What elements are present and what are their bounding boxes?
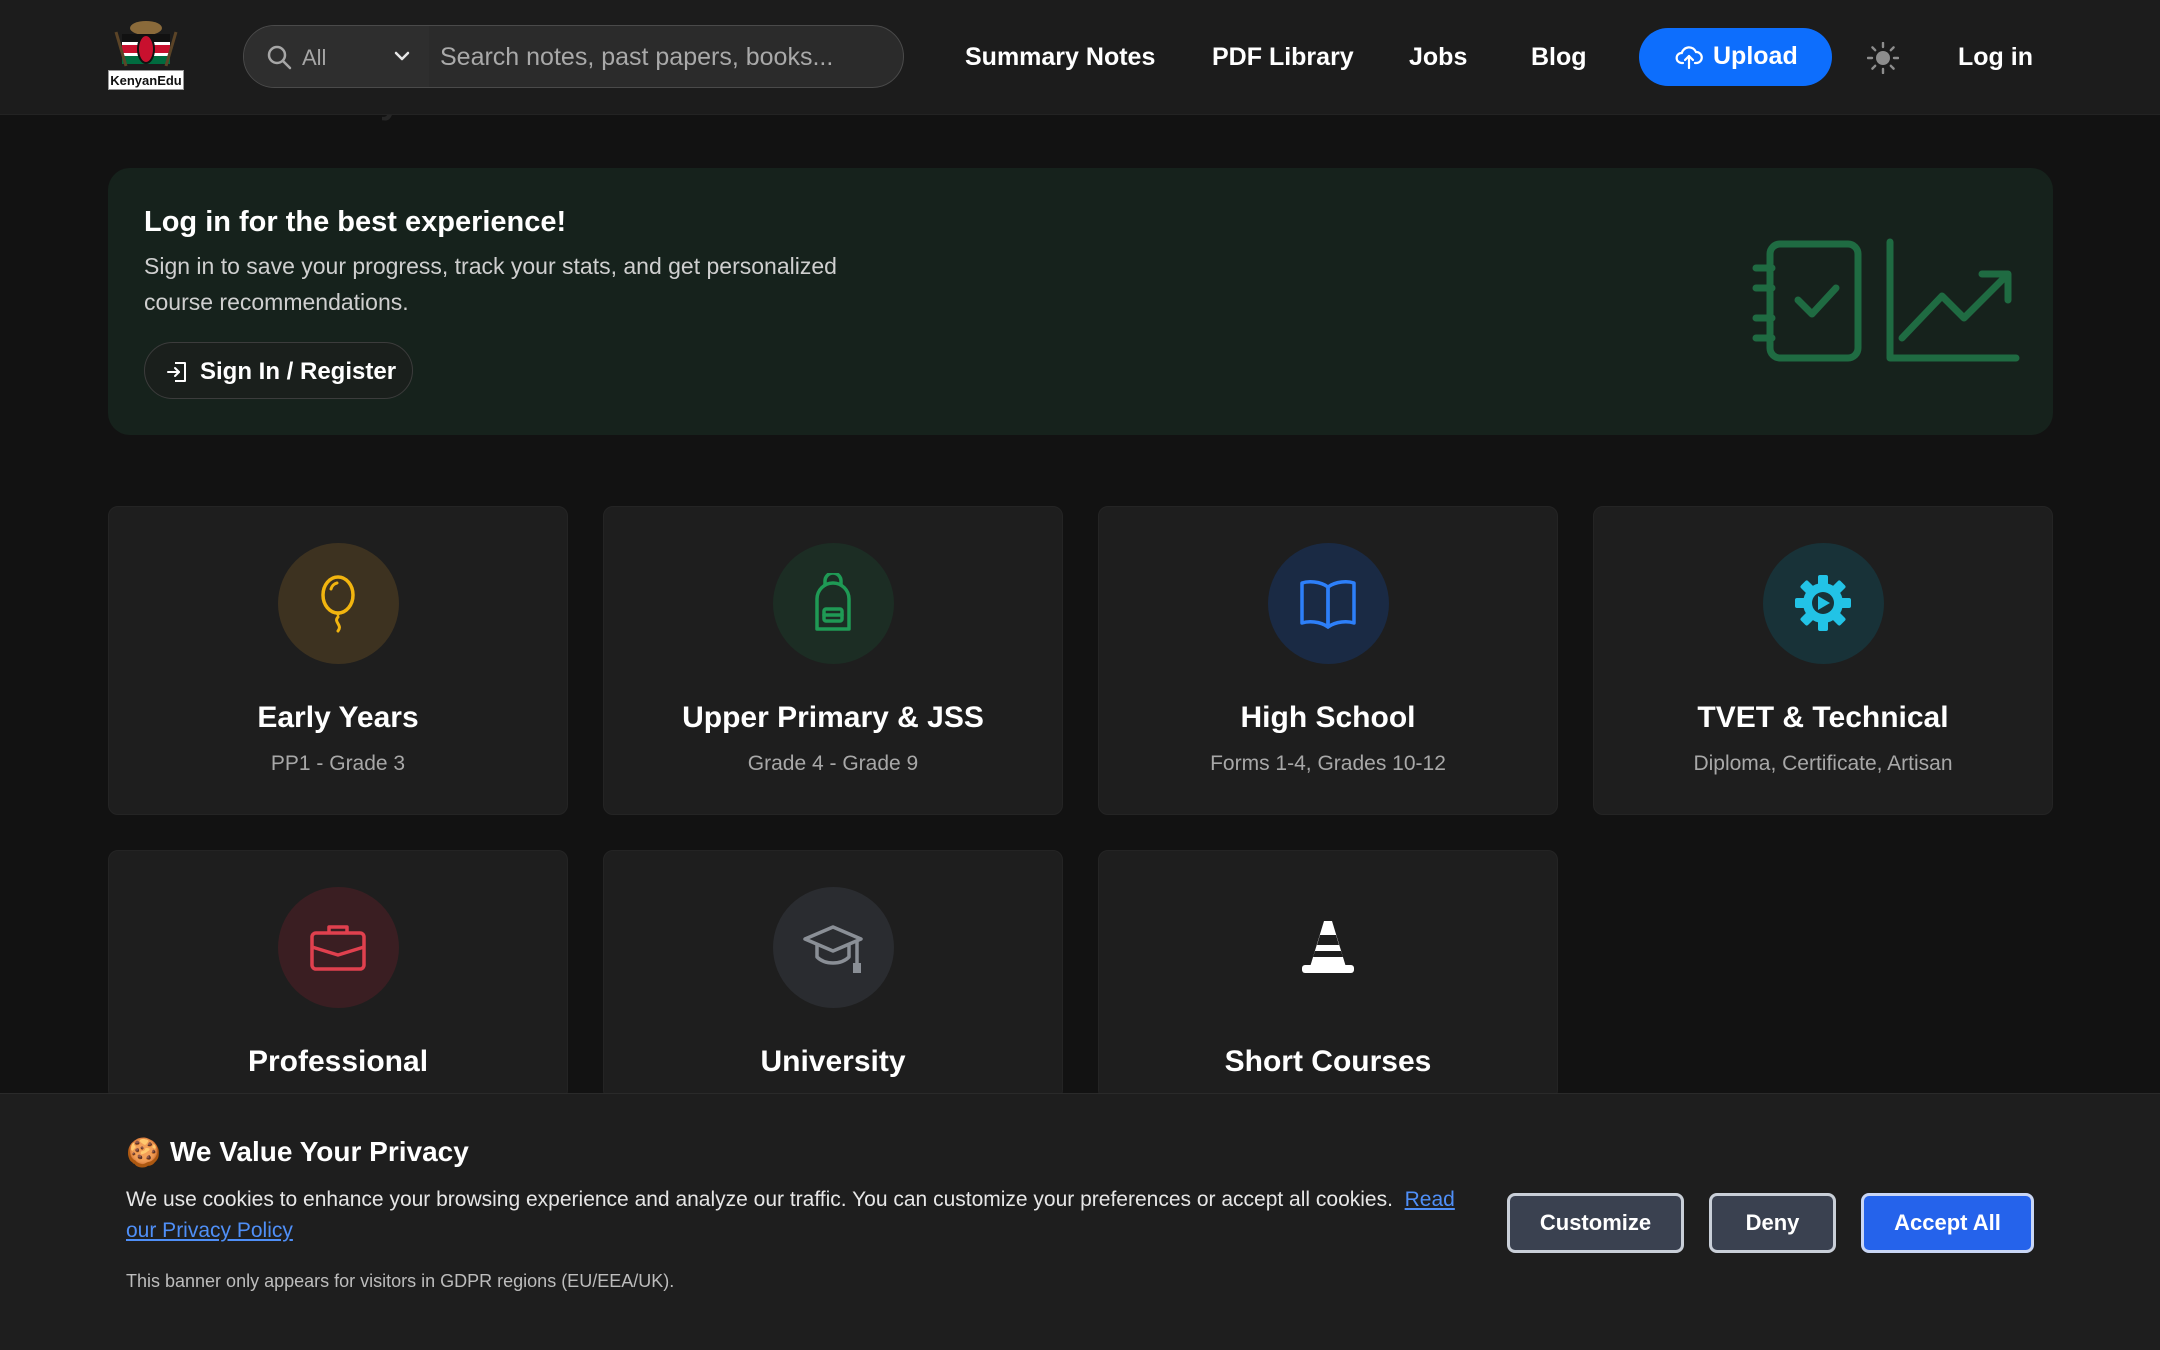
- card-subtitle: Forms 1-4, Grades 10-12: [1210, 752, 1446, 775]
- card-icon-circle: [1268, 887, 1389, 1008]
- level-card-short-courses[interactable]: Short Courses: [1098, 850, 1558, 1100]
- cookie-consent-banner: 🍪 We Value Your Privacy We use cookies t…: [0, 1093, 2160, 1350]
- level-card-early-years[interactable]: Early Years PP1 - Grade 3: [108, 506, 568, 815]
- card-subtitle: Diploma, Certificate, Artisan: [1693, 752, 1953, 775]
- banner-description: Sign in to save your progress, track you…: [144, 253, 837, 315]
- nav-summary-notes[interactable]: Summary Notes: [965, 43, 1155, 72]
- card-title: High School: [1240, 701, 1416, 734]
- card-subtitle: Grade 4 - Grade 9: [747, 752, 919, 775]
- upload-button[interactable]: Upload: [1639, 28, 1832, 86]
- cookie-icon: 🍪: [126, 1137, 161, 1168]
- cookie-description-text: We use cookies to enhance your browsing …: [126, 1188, 1393, 1211]
- cloud-upload-icon: [1675, 46, 1703, 70]
- sign-in-register-label: Sign In / Register: [200, 358, 397, 385]
- card-title: University: [760, 1045, 906, 1078]
- level-card-high-school[interactable]: High School Forms 1-4, Grades 10-12: [1098, 506, 1558, 815]
- search-category-select[interactable]: All: [244, 26, 429, 87]
- sign-in-register-button[interactable]: Sign In / Register: [144, 342, 413, 399]
- backpack-icon: [815, 573, 851, 631]
- search-bar: All: [243, 25, 904, 88]
- card-subtitle: PP1 - Grade 3: [270, 752, 406, 775]
- nav-jobs[interactable]: Jobs: [1409, 43, 1467, 72]
- sign-in-icon: [167, 362, 186, 382]
- nav-pdf-library[interactable]: PDF Library: [1212, 43, 1354, 72]
- accept-all-button[interactable]: Accept All: [1861, 1193, 2034, 1253]
- search-icon: [267, 45, 292, 70]
- balloon-icon: [321, 575, 355, 633]
- level-card-upper-primary-jss[interactable]: Upper Primary & JSS Grade 4 - Grade 9: [603, 506, 1063, 815]
- cookie-description: We use cookies to enhance your browsing …: [126, 1184, 1476, 1246]
- card-icon-circle: [1268, 543, 1389, 664]
- logo-wordmark: KenyanEdu: [108, 70, 184, 90]
- checklist-chart-illustration-icon: [1752, 238, 2020, 362]
- sun-theme-toggle-icon[interactable]: [1867, 42, 1899, 74]
- graduation-cap-icon: [803, 925, 863, 973]
- card-icon-circle: [278, 543, 399, 664]
- gdpr-note: This banner only appears for visitors in…: [126, 1271, 675, 1291]
- chevron-down-icon: [394, 51, 410, 61]
- card-title: TVET & Technical: [1697, 701, 1949, 734]
- card-icon-circle: [1763, 543, 1884, 664]
- nav-blog[interactable]: Blog: [1531, 43, 1587, 72]
- top-navbar: KenyanEdu All Summary Notes PDF Library …: [0, 0, 2160, 115]
- customize-button[interactable]: Customize: [1507, 1193, 1684, 1253]
- briefcase-icon: [310, 925, 366, 971]
- gear-icon: [1795, 575, 1851, 631]
- deny-button[interactable]: Deny: [1709, 1193, 1836, 1253]
- level-card-university[interactable]: University: [603, 850, 1063, 1100]
- traffic-cone-icon: [1302, 921, 1354, 973]
- card-title: Early Years: [257, 701, 419, 734]
- search-category-value: All: [302, 45, 327, 70]
- book-icon: [1300, 580, 1356, 629]
- card-icon-circle: [773, 887, 894, 1008]
- card-title: Upper Primary & JSS: [682, 701, 984, 734]
- card-icon-circle: [278, 887, 399, 1008]
- coat-of-arms-icon: [114, 21, 178, 67]
- banner-title: Log in for the best experience!: [144, 206, 567, 238]
- login-link[interactable]: Log in: [1958, 43, 2033, 72]
- level-card-tvet-technical[interactable]: TVET & Technical Diploma, Certificate, A…: [1593, 506, 2053, 815]
- login-promo-banner: Log in for the best experience! Sign in …: [108, 168, 2053, 435]
- card-title: Short Courses: [1224, 1045, 1432, 1078]
- level-card-professional[interactable]: Professional: [108, 850, 568, 1100]
- cookie-title: We Value Your Privacy: [170, 1136, 469, 1167]
- search-input[interactable]: [440, 36, 880, 78]
- card-icon-circle: [773, 543, 894, 664]
- card-title: Professional: [247, 1045, 429, 1078]
- upload-label: Upload: [1713, 42, 1798, 70]
